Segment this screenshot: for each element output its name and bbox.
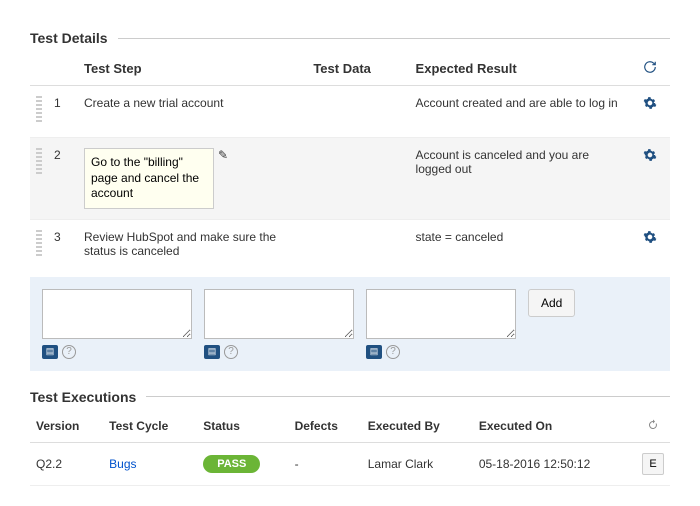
- folder-icon[interactable]: ▤: [366, 345, 382, 359]
- test-executions-title: Test Executions: [30, 389, 136, 405]
- execution-row: Q2.2 Bugs PASS - Lamar Clark 05-18-2016 …: [30, 442, 670, 485]
- help-icon[interactable]: ?: [62, 345, 76, 359]
- new-result-input[interactable]: [366, 289, 516, 339]
- refresh-icon[interactable]: [643, 62, 657, 77]
- drag-handle-icon[interactable]: [36, 148, 42, 176]
- col-test-step: Test Step: [78, 52, 307, 86]
- exec-on: 05-18-2016 12:50:12: [473, 442, 636, 485]
- new-step-input[interactable]: [42, 289, 192, 339]
- add-button[interactable]: Add: [528, 289, 575, 317]
- col-test-data: Test Data: [307, 52, 409, 86]
- test-executions-header: Test Executions: [30, 389, 670, 405]
- new-data-input[interactable]: [204, 289, 354, 339]
- col-executed-by: Executed By: [362, 411, 473, 443]
- drag-handle-icon[interactable]: [36, 96, 42, 124]
- step-data[interactable]: [307, 219, 409, 271]
- gear-icon[interactable]: [643, 151, 657, 165]
- col-status: Status: [197, 411, 288, 443]
- pencil-icon[interactable]: ✎: [218, 148, 228, 162]
- exec-cycle-link[interactable]: Bugs: [109, 457, 136, 471]
- gear-icon[interactable]: [643, 233, 657, 247]
- help-icon[interactable]: ?: [386, 345, 400, 359]
- test-details-table: Test Step Test Data Expected Result 1 Cr…: [30, 52, 670, 271]
- new-step-row: ▤ ? ▤ ? ▤ ? Add: [30, 277, 670, 371]
- col-executed-on: Executed On: [473, 411, 636, 443]
- exec-defects: -: [289, 442, 362, 485]
- step-number: 1: [48, 86, 78, 138]
- step-text[interactable]: Create a new trial account: [78, 86, 307, 138]
- step-data[interactable]: [307, 138, 409, 220]
- step-edit-input[interactable]: [84, 148, 214, 209]
- status-badge: PASS: [203, 455, 260, 473]
- col-test-cycle: Test Cycle: [103, 411, 197, 443]
- step-result[interactable]: Account is canceled and you are logged o…: [410, 138, 630, 220]
- col-version: Version: [30, 411, 103, 443]
- col-defects: Defects: [289, 411, 362, 443]
- step-number: 3: [48, 219, 78, 271]
- refresh-icon[interactable]: [647, 420, 659, 434]
- step-result[interactable]: Account created and are able to log in: [410, 86, 630, 138]
- execute-button[interactable]: E: [642, 453, 664, 475]
- test-details-header: Test Details: [30, 30, 670, 46]
- exec-by: Lamar Clark: [362, 442, 473, 485]
- step-row: 2 ✎ Account is canceled and you are logg…: [30, 138, 670, 220]
- test-details-title: Test Details: [30, 30, 108, 46]
- drag-handle-icon[interactable]: [36, 230, 42, 258]
- col-expected-result: Expected Result: [410, 52, 630, 86]
- step-number: 2: [48, 138, 78, 220]
- folder-icon[interactable]: ▤: [42, 345, 58, 359]
- exec-version: Q2.2: [30, 442, 103, 485]
- executions-table: Version Test Cycle Status Defects Execut…: [30, 411, 670, 486]
- step-row: 3 Review HubSpot and make sure the statu…: [30, 219, 670, 271]
- step-result[interactable]: state = canceled: [410, 219, 630, 271]
- gear-icon[interactable]: [643, 99, 657, 113]
- step-row: 1 Create a new trial account Account cre…: [30, 86, 670, 138]
- help-icon[interactable]: ?: [224, 345, 238, 359]
- step-data[interactable]: [307, 86, 409, 138]
- folder-icon[interactable]: ▤: [204, 345, 220, 359]
- step-text[interactable]: Review HubSpot and make sure the status …: [78, 219, 307, 271]
